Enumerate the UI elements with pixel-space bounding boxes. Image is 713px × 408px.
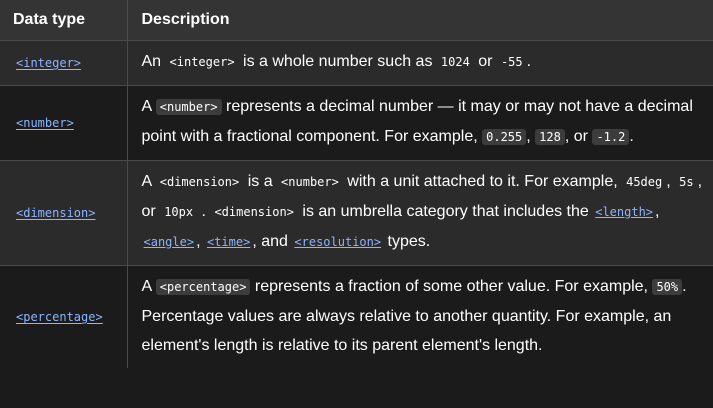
description-text: is a: [247, 173, 273, 190]
description-text: ,: [564, 128, 570, 145]
description-text: or: [478, 53, 493, 70]
description-cell: A <dimension> is a <number> with a unit …: [127, 160, 713, 266]
description-text: A: [141, 173, 152, 190]
table-header-row: Data type Description: [0, 0, 713, 41]
inline-code: <dimension>: [159, 175, 240, 189]
inline-code: 1024: [440, 55, 470, 69]
inline-code: <number>: [155, 99, 222, 115]
description-text: A: [141, 98, 152, 115]
description-text: types.: [387, 233, 431, 250]
type-cell: <integer>: [0, 40, 128, 86]
description-text: is a whole number such as: [243, 53, 433, 70]
inline-code: <percentage>: [155, 279, 251, 295]
description-text: ,: [655, 203, 660, 220]
length-type-link[interactable]: <length>: [593, 205, 655, 219]
inline-code: 128: [535, 129, 565, 145]
type-cell: <dimension>: [0, 160, 128, 266]
inline-code: 10px: [164, 205, 194, 219]
type-cell: <percentage>: [0, 265, 128, 368]
integer-type-link[interactable]: <integer>: [16, 56, 81, 70]
type-cell: <number>: [0, 85, 128, 161]
number-type-link[interactable]: <number>: [16, 116, 74, 130]
description-text: A: [141, 278, 152, 295]
header-data-type: Data type: [0, 0, 128, 41]
table-row-integer: <integer> An <integer> is a whole number…: [0, 40, 713, 86]
description-text: ,: [666, 173, 671, 190]
description-text: with a unit attached to it. For example,: [347, 173, 618, 190]
description-cell: A <percentage> represents a fraction of …: [127, 265, 713, 368]
header-description: Description: [127, 0, 713, 41]
description-cell: A <number> represents a decimal number —…: [127, 85, 713, 161]
description-text: or: [573, 128, 588, 145]
table-row-percentage: <percentage> A <percentage> represents a…: [0, 265, 713, 368]
dimension-type-link[interactable]: <dimension>: [16, 206, 95, 220]
description-text: ,: [196, 233, 201, 250]
description-text: ,: [526, 128, 531, 145]
table-row-number: <number> A <number> represents a decimal…: [0, 85, 713, 161]
description-cell: An <integer> is a whole number such as 1…: [127, 40, 713, 86]
inline-code: 5s: [679, 175, 694, 189]
time-type-link[interactable]: <time>: [205, 235, 252, 249]
description-text: .: [526, 53, 532, 70]
resolution-type-link[interactable]: <resolution>: [292, 235, 383, 249]
table-row-dimension: <dimension> A <dimension> is a <number> …: [0, 160, 713, 266]
description-text: .: [201, 203, 206, 220]
percentage-type-link[interactable]: <percentage>: [16, 310, 103, 324]
inline-code: <integer>: [169, 55, 235, 69]
inline-code: 50%: [652, 279, 683, 295]
angle-type-link[interactable]: <angle>: [142, 235, 197, 249]
description-text: is an umbrella category that includes th…: [302, 203, 589, 220]
description-text: , and: [252, 233, 288, 250]
inline-code: <number>: [281, 175, 339, 189]
inline-code: -55: [500, 55, 523, 69]
inline-code: 45deg: [626, 175, 663, 189]
inline-code: -1.2: [592, 129, 630, 145]
description-text: An: [141, 53, 162, 70]
description-text: represents a fraction of some other valu…: [254, 278, 648, 295]
inline-code: <dimension>: [214, 205, 294, 219]
description-text: .: [629, 128, 634, 145]
inline-code: 0.255: [482, 129, 527, 145]
data-types-table: Data type Description <integer> An <inte…: [0, 0, 713, 368]
